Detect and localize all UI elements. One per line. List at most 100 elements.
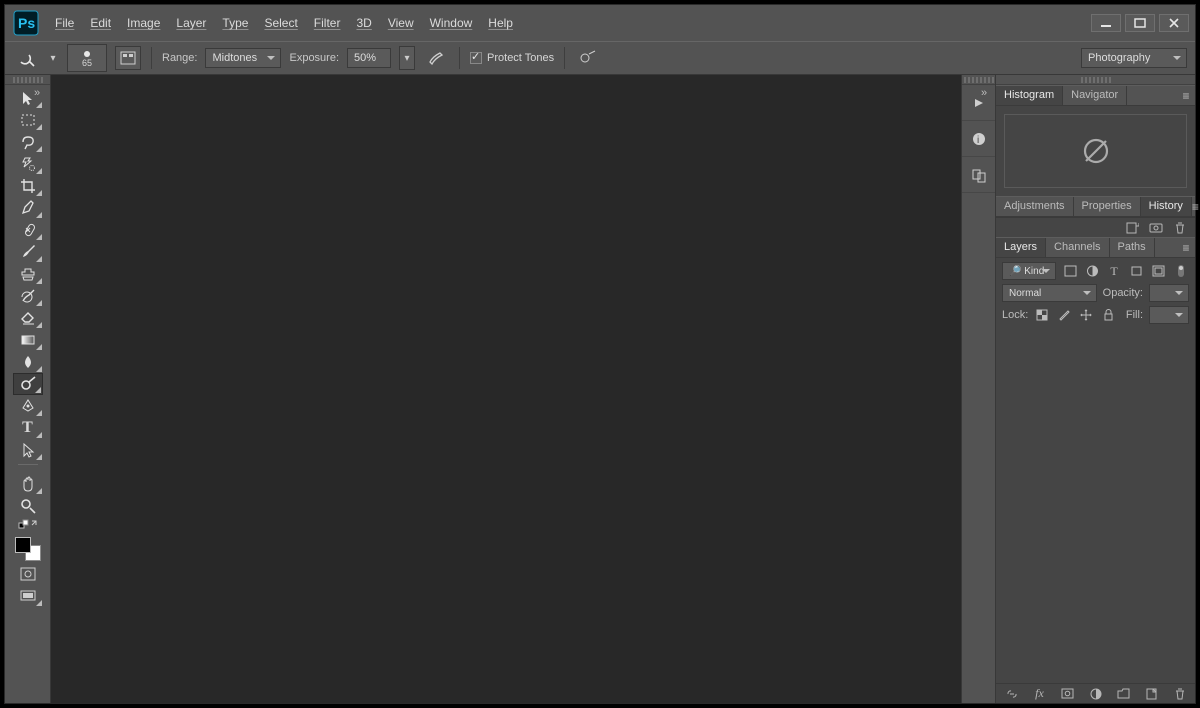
lasso-tool[interactable] [13,131,43,153]
clone-stamp-tool[interactable] [13,263,43,285]
clone-source-panel-icon[interactable] [962,157,995,193]
new-group-icon[interactable] [1117,687,1131,701]
quick-select-tool[interactable] [13,153,43,175]
pressure-toggle-button[interactable] [575,46,601,70]
lock-position-icon[interactable] [1078,307,1094,323]
filter-adjust-icon[interactable] [1084,263,1100,279]
panel-menu-icon[interactable] [1177,86,1195,105]
filter-pixel-icon[interactable] [1062,263,1078,279]
lock-all-icon[interactable] [1100,307,1116,323]
new-document-from-state-icon[interactable] [1125,221,1139,235]
layers-list[interactable] [996,328,1195,683]
actions-panel-icon[interactable] [962,85,995,121]
screenmode-toggle[interactable] [13,585,43,607]
range-select[interactable]: Midtones [205,48,281,68]
menu-file[interactable]: File [55,16,74,30]
divider [151,47,152,69]
filter-type-icon[interactable]: T [1106,263,1122,279]
tab-properties[interactable]: Properties [1074,197,1141,216]
path-select-tool[interactable] [13,439,43,461]
airbrush-toggle-button[interactable] [423,46,449,70]
lock-transparency-icon[interactable] [1034,307,1050,323]
history-brush-tool[interactable] [13,285,43,307]
range-label: Range: [162,52,197,64]
ps-logo[interactable]: Ps [11,8,41,38]
tab-layers[interactable]: Layers [996,238,1046,257]
toggle-brush-panel-button[interactable] [115,46,141,70]
dodge-tool[interactable] [13,373,43,395]
exposure-chevron-icon[interactable]: ▾ [399,46,415,70]
menu-help[interactable]: Help [488,16,513,30]
toolbox-divider [18,464,38,470]
lock-pixels-icon[interactable] [1056,307,1072,323]
exposure-input[interactable]: 50% [347,48,391,68]
quickmask-toggle[interactable] [13,563,43,585]
window-close-button[interactable] [1159,14,1189,32]
tab-navigator[interactable]: Navigator [1063,86,1127,105]
window-maximize-button[interactable] [1125,14,1155,32]
menu-window[interactable]: Window [430,16,473,30]
right-panel-dock: Histogram Navigator Adjustments Properti… [995,75,1195,703]
delete-layer-icon[interactable] [1173,687,1187,701]
menubar: Ps File Edit Image Layer Type Select Fil… [5,5,1195,41]
eraser-tool[interactable] [13,307,43,329]
hand-tool[interactable] [13,473,43,495]
menu-edit[interactable]: Edit [90,16,111,30]
move-tool[interactable] [13,87,43,109]
gradient-tool[interactable] [13,329,43,351]
swap-colors-icon[interactable] [13,517,43,531]
tab-paths[interactable]: Paths [1110,238,1155,257]
menu-layer[interactable]: Layer [176,16,206,30]
panel-menu-icon[interactable] [1177,238,1195,257]
current-tool-icon[interactable] [13,46,39,70]
foreground-background-colors[interactable] [13,535,43,563]
menu-select[interactable]: Select [264,16,297,30]
marquee-tool[interactable] [13,109,43,131]
toolbox: T [5,75,51,703]
tab-history[interactable]: History [1141,197,1192,216]
filter-shape-icon[interactable] [1128,263,1144,279]
tool-preset-chevron-icon[interactable]: ▾ [47,46,59,70]
delete-state-icon[interactable] [1173,221,1187,235]
menu-3d[interactable]: 3D [356,16,371,30]
layers-panel: Layers Channels Paths 🔎 Kind T [996,237,1195,703]
zoom-tool[interactable] [13,495,43,517]
blur-tool[interactable] [13,351,43,373]
options-bar: ▾ 65 Range: Midtones Exposure: 50% ▾ Pro… [5,41,1195,75]
histogram-panel: Histogram Navigator [996,85,1195,196]
link-layers-icon[interactable] [1005,687,1019,701]
tab-channels[interactable]: Channels [1046,238,1109,257]
eyedropper-tool[interactable] [13,197,43,219]
healing-brush-tool[interactable] [13,219,43,241]
pen-tool[interactable] [13,395,43,417]
new-layer-icon[interactable] [1145,687,1159,701]
protect-tones-checkbox[interactable]: Protect Tones [470,52,554,64]
menu-filter[interactable]: Filter [314,16,341,30]
brush-tool[interactable] [13,241,43,263]
opacity-input[interactable] [1149,284,1189,302]
layer-mask-icon[interactable] [1061,687,1075,701]
crop-tool[interactable] [13,175,43,197]
tab-histogram[interactable]: Histogram [996,86,1063,105]
layer-style-icon[interactable]: fx [1033,687,1047,701]
type-tool[interactable]: T [13,417,43,439]
menu-type[interactable]: Type [222,16,248,30]
new-adjustment-layer-icon[interactable] [1089,687,1103,701]
canvas[interactable] [51,75,961,703]
blend-mode-select[interactable]: Normal [1002,284,1097,302]
tab-adjustments[interactable]: Adjustments [996,197,1074,216]
menu-view[interactable]: View [388,16,414,30]
window-minimize-button[interactable] [1091,14,1121,32]
divider [564,47,565,69]
collapsed-panel-dock: i [961,75,995,703]
filter-toggle-switch[interactable] [1173,263,1189,279]
workspace-select[interactable]: Photography [1081,48,1187,68]
layer-filter-select[interactable]: 🔎 Kind [1002,262,1056,280]
snapshot-icon[interactable] [1149,221,1163,235]
info-panel-icon[interactable]: i [962,121,995,157]
filter-smart-icon[interactable] [1150,263,1166,279]
brush-preset-button[interactable]: 65 [67,44,107,72]
menu-image[interactable]: Image [127,16,160,30]
panel-menu-icon[interactable] [1192,197,1199,216]
fill-input[interactable] [1149,306,1189,324]
